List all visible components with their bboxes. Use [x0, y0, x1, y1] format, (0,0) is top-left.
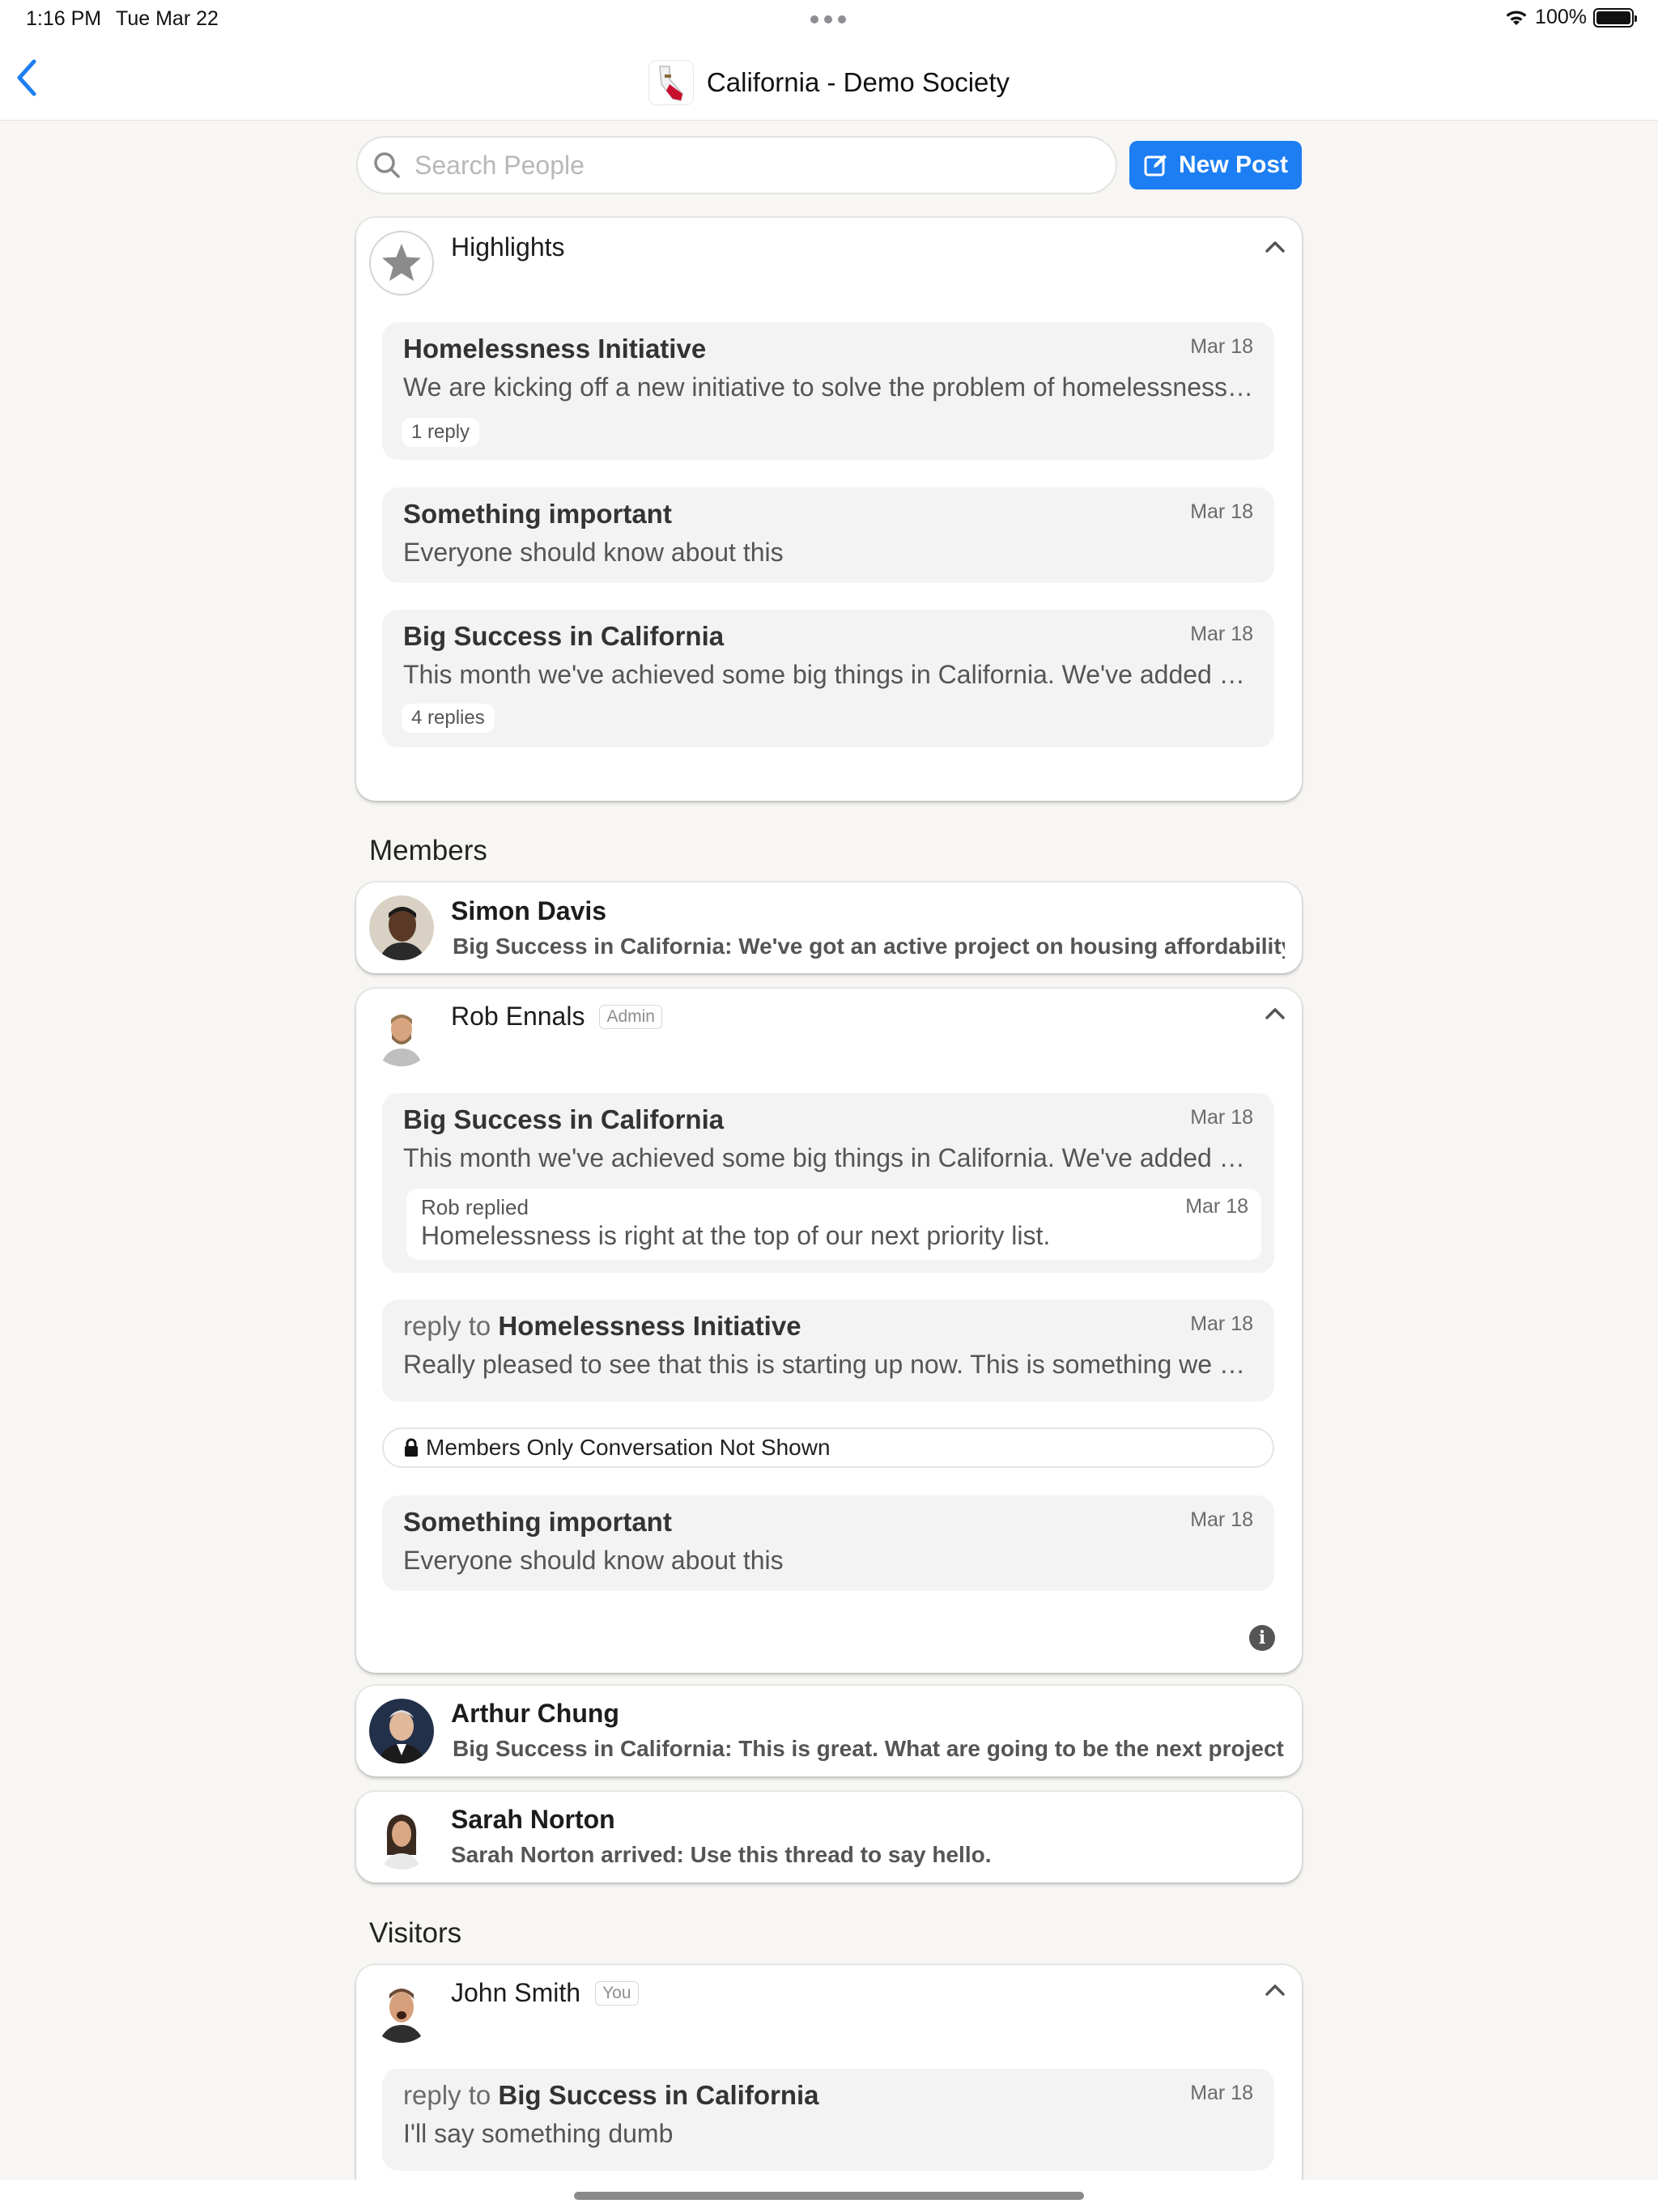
post-date: Mar 18 — [1190, 500, 1253, 523]
chevron-up-icon — [1265, 1008, 1285, 1019]
post-title: Something important — [403, 1507, 672, 1537]
member-post[interactable]: Something important Mar 18 Everyone shou… — [382, 1495, 1274, 1591]
reply-to-title: Homelessness Initiative — [498, 1311, 801, 1341]
avatar — [369, 895, 434, 960]
avatar — [369, 1699, 434, 1763]
visitors-heading: Visitors — [369, 1917, 462, 1949]
post-title: Big Success in California — [403, 1104, 725, 1134]
highlight-post[interactable]: Homelessness Initiative Mar 18 We are ki… — [382, 322, 1274, 460]
reply-count[interactable]: 4 replies — [402, 704, 495, 733]
latest-message-preview: Big Success in California: We've got an … — [453, 934, 1285, 959]
members-only-notice: Members Only Conversation Not Shown — [382, 1427, 1274, 1468]
california-flag-icon — [648, 60, 694, 105]
post-body: Everyone should know about this — [403, 538, 784, 567]
post-body: Everyone should know about this — [403, 1546, 784, 1575]
highlight-post[interactable]: Something important Mar 18 Everyone shou… — [382, 487, 1274, 583]
member-name: Sarah Norton — [451, 1805, 615, 1834]
visitor-post[interactable]: reply to Big Success in California Mar 1… — [382, 2069, 1274, 2171]
status-right: 100% — [1504, 6, 1637, 29]
admin-badge: Admin — [599, 1004, 662, 1029]
visitor-name: John Smith — [451, 1978, 581, 2007]
post-body: I'll say something dumb — [403, 2119, 674, 2148]
nav-title-group: California - Demo Society — [0, 60, 1658, 105]
collapse-visitor-button[interactable] — [1259, 1978, 1291, 2002]
avatar — [369, 1978, 434, 2043]
latest-message-preview: Sarah Norton arrived: Use this thread to… — [451, 1842, 992, 1867]
reply-preview[interactable]: Rob replied Mar 18 Homelessness is right… — [406, 1189, 1261, 1260]
highlight-post[interactable]: Big Success in California Mar 18 This mo… — [382, 610, 1274, 747]
member-name: Arthur Chung — [451, 1699, 619, 1728]
member-name: Rob Ennals — [451, 1002, 585, 1031]
reply-date: Mar 18 — [1185, 1195, 1248, 1218]
home-indicator[interactable] — [574, 2192, 1084, 2200]
post-title: reply to Homelessness Initiative — [403, 1311, 801, 1342]
member-name: Simon Davis — [451, 896, 607, 925]
post-title: Something important — [403, 499, 672, 529]
reply-text: Homelessness is right at the top of our … — [421, 1221, 1051, 1250]
reply-author: Rob replied — [421, 1195, 529, 1219]
post-date: Mar 18 — [1190, 1106, 1253, 1129]
post-title: reply to Big Success in California — [403, 2080, 819, 2111]
member-post[interactable]: reply to Homelessness Initiative Mar 18 … — [382, 1300, 1274, 1402]
chevron-up-icon — [1265, 1984, 1285, 1996]
reply-to-prefix: reply to — [403, 2080, 491, 2110]
member-post[interactable]: Big Success in California Mar 18 This mo… — [382, 1093, 1274, 1273]
chevron-up-icon — [1265, 241, 1285, 253]
avatar — [369, 1805, 434, 1870]
visitor-name-row: John Smith You — [451, 1978, 639, 2008]
post-date: Mar 18 — [1190, 2082, 1253, 2104]
search-input[interactable] — [414, 150, 1062, 181]
reply-count[interactable]: 1 reply — [402, 418, 480, 447]
post-body: This month we've achieved some big thing… — [403, 1143, 1253, 1172]
post-date: Mar 18 — [1190, 335, 1253, 358]
post-date: Mar 18 — [1190, 623, 1253, 645]
new-post-button[interactable]: New Post — [1129, 141, 1302, 189]
post-body: We are kicking off a new initiative to s… — [403, 372, 1253, 402]
search-icon — [374, 152, 400, 178]
latest-message-preview: Big Success in California: This is great… — [453, 1736, 1285, 1761]
collapse-highlights-button[interactable] — [1259, 235, 1291, 259]
nav-bar: California - Demo Society — [0, 37, 1658, 121]
post-title: Homelessness Initiative — [403, 334, 707, 364]
post-body: Really pleased to see that this is start… — [403, 1350, 1253, 1379]
compose-icon — [1144, 155, 1167, 177]
new-post-label: New Post — [1178, 151, 1289, 178]
post-title: Big Success in California — [403, 621, 725, 651]
members-heading: Members — [369, 835, 487, 866]
avatar — [369, 1002, 434, 1066]
post-date: Mar 18 — [1190, 1508, 1253, 1531]
you-badge: You — [595, 1980, 639, 2006]
battery-percent: 100% — [1535, 6, 1587, 28]
status-date: Tue Mar 22 — [116, 7, 219, 30]
search-bar[interactable] — [356, 136, 1117, 194]
post-body: This month we've achieved some big thing… — [403, 660, 1253, 689]
multitasking-dots-icon[interactable] — [810, 15, 846, 23]
highlights-star-icon — [369, 231, 434, 296]
post-date: Mar 18 — [1190, 1312, 1253, 1335]
page-title: California - Demo Society — [706, 67, 1010, 97]
lock-icon — [405, 1438, 418, 1457]
status-time: 1:16 PM — [26, 7, 102, 30]
status-bar: 1:16 PM Tue Mar 22 100% — [0, 0, 1658, 37]
highlights-title: Highlights — [451, 232, 565, 262]
reply-to-prefix: reply to — [403, 1311, 491, 1341]
info-icon[interactable]: i — [1249, 1625, 1275, 1651]
wifi-icon — [1506, 10, 1527, 25]
member-name-row: Rob Ennals Admin — [451, 1002, 662, 1032]
battery-icon — [1593, 7, 1637, 28]
reply-to-title: Big Success in California — [498, 2080, 819, 2110]
collapse-member-button[interactable] — [1259, 1002, 1291, 1026]
